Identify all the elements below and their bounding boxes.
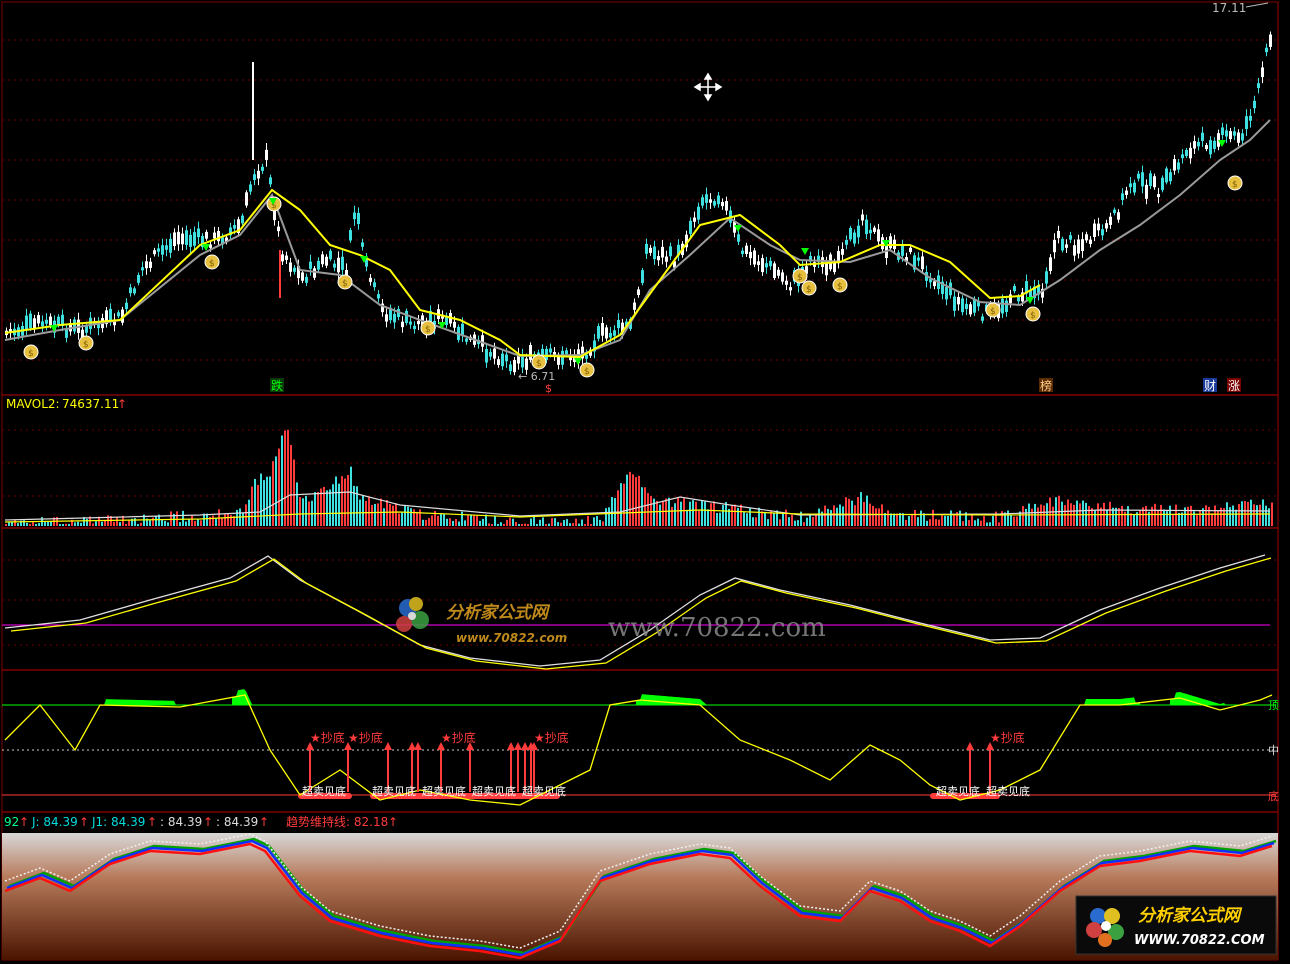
svg-text:★抄底: ★抄底: [990, 730, 1025, 745]
brand-url: WWW.70822.COM: [1134, 933, 1265, 948]
watermark-flower-icon: [396, 597, 429, 632]
top-right-price-label: 17.11: [1212, 1, 1246, 15]
svg-text:$: $: [28, 349, 34, 359]
kdj-value-4-arrow: ↑: [259, 815, 269, 829]
price-grid: [2, 39, 1276, 361]
money-bag-signals: $$$$$$$$$$ $$ $$: [23, 175, 1243, 378]
candlesticks: [5, 31, 1272, 376]
kdj-j-label: J: 84.39: [31, 815, 78, 829]
kdj-j1-label: J1: 84.39: [91, 815, 145, 829]
svg-text:★抄底: ★抄底: [441, 730, 476, 745]
trend-line-label: 趋势维持线: 82.18: [286, 814, 388, 829]
svg-text:★抄底: ★抄底: [348, 730, 383, 745]
svg-text:$: $: [425, 325, 431, 335]
down-arrow-signals: [50, 140, 1226, 365]
svg-text:超卖见底: 超卖见底: [302, 784, 346, 798]
svg-text:$: $: [83, 340, 89, 350]
volume-label: MAVOL2:: [6, 397, 60, 411]
kdj-prefix: 92: [4, 815, 19, 829]
svg-text:★抄底: ★抄底: [310, 730, 345, 745]
marker-die: 跌: [271, 378, 283, 393]
svg-text:$: $: [797, 273, 803, 283]
signal-panel[interactable]: ★抄底 ★抄底 ★抄底 ★抄底 ★抄底超卖见底 超卖见底 超卖见底 超卖见底 超卖见底 超卖见底超…: [2, 689, 1279, 813]
kdj-j-arrow: ↑: [79, 815, 89, 829]
marker-cai: 财: [1204, 379, 1216, 393]
kdj-j1-arrow: ↑: [147, 815, 157, 829]
marker-zhang: 涨: [1228, 378, 1240, 393]
trend-line-arrow: ↑: [388, 815, 398, 829]
kdj-value-3: : 84.39: [160, 815, 202, 829]
ma-fast-line: [4, 188, 1041, 359]
volume-bars: [5, 429, 1273, 526]
svg-text:$: $: [806, 285, 812, 295]
watermark-logo-text: 分析家公式网: [446, 603, 551, 623]
brand-badge: 分析家公式网 WWW.70822.COM: [1075, 895, 1277, 955]
label-mid: 中: [1268, 744, 1279, 757]
svg-text:超卖见底: 超卖见底: [422, 784, 466, 798]
price-panel[interactable]: $$$$$$$$$$ $$ $$ 17.11 ← 6.71 跌 榜 财 涨 $: [2, 1, 1278, 396]
volume-arrow: ↑: [117, 397, 127, 411]
dollar-marker: $: [545, 382, 552, 395]
svg-text:$: $: [536, 359, 542, 369]
svg-text:超卖见底: 超卖见底: [472, 784, 516, 798]
volume-value: 74637.11: [62, 397, 119, 411]
oscillator-line-white: [4, 554, 1266, 667]
svg-text:$: $: [584, 367, 590, 377]
stock-chart-window[interactable]: $$$$$$$$$$ $$ $$ 17.11 ← 6.71 跌 榜 财 涨 $ MA…: [0, 0, 1290, 964]
kdj-prefix-arrow: ↑: [19, 815, 29, 829]
svg-text:$: $: [990, 307, 996, 317]
watermark-logo-url: www.70822.com: [456, 631, 567, 645]
svg-text:超卖见底: 超卖见底: [372, 784, 416, 798]
buy-signals: ★抄底 ★抄底 ★抄底 ★抄底 ★抄底超卖见底 超卖见底 超卖见底 超卖见底 超卖见底 超卖见底超…: [302, 730, 1030, 798]
svg-text:$: $: [1030, 311, 1036, 321]
price-pointer: [1245, 2, 1269, 8]
svg-text:$: $: [209, 259, 215, 269]
svg-text:超卖见底: 超卖见底: [936, 784, 980, 798]
svg-text:$: $: [837, 282, 843, 292]
label-top: 顶: [1268, 699, 1279, 712]
kdj-value-3-arrow: ↑: [203, 815, 213, 829]
watermark-site: www.70822.com: [608, 613, 826, 643]
marker-bang: 榜: [1040, 378, 1052, 393]
svg-text:超卖见底: 超卖见底: [986, 784, 1030, 798]
svg-text:超卖见底: 超卖见底: [522, 784, 566, 798]
label-bottom: 底: [1268, 789, 1279, 803]
volume-panel[interactable]: MAVOL2: 74637.11 ↑: [2, 397, 1278, 529]
svg-text:$: $: [1232, 180, 1238, 190]
svg-text:$: $: [342, 279, 348, 289]
brand-name: 分析家公式网: [1138, 906, 1243, 926]
svg-text:★抄底: ★抄底: [534, 730, 569, 745]
oscillator-panel[interactable]: 分析家公式网 www.70822.com www.70822.com: [2, 554, 1278, 671]
kdj-value-4: : 84.39: [216, 815, 258, 829]
watermark: 分析家公式网 www.70822.com www.70822.com: [396, 597, 826, 645]
move-cursor-icon: [693, 72, 723, 102]
